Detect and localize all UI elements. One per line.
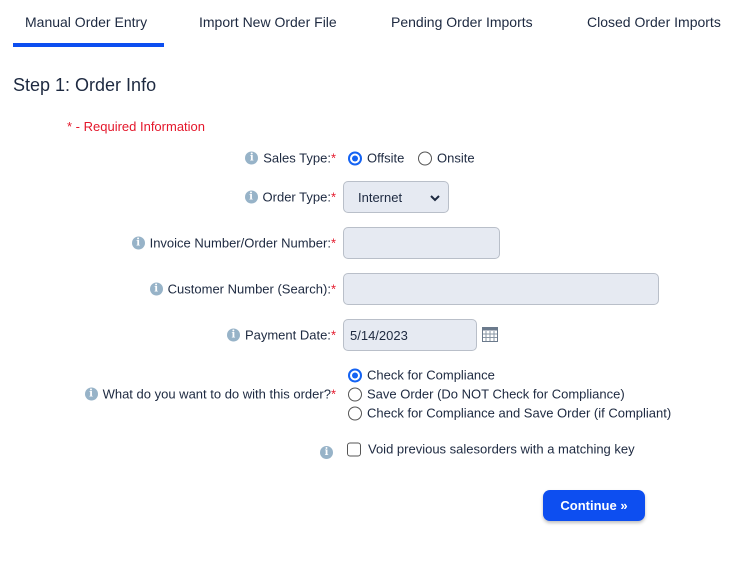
info-icon[interactable]: i bbox=[84, 387, 98, 401]
option-label: Onsite bbox=[437, 150, 475, 166]
info-icon[interactable]: i bbox=[149, 282, 163, 296]
order-type-label: i Order Type:* bbox=[244, 189, 336, 205]
tab-closed-order-imports[interactable]: Closed Order Imports bbox=[587, 14, 721, 30]
required-note: * - Required Information bbox=[67, 119, 206, 134]
check-and-save-radio[interactable]: Check for Compliance and Save Order (if … bbox=[348, 406, 671, 421]
radio-icon[interactable] bbox=[348, 387, 362, 401]
radio-icon[interactable] bbox=[348, 151, 362, 165]
selected-value: Internet bbox=[358, 189, 403, 205]
required-star: * bbox=[330, 150, 336, 166]
void-previous-checkbox[interactable]: Void previous salesorders with a matchin… bbox=[347, 442, 635, 457]
tab-manual-order-entry[interactable]: Manual Order Entry bbox=[25, 14, 147, 30]
option-label: Check for Compliance bbox=[367, 367, 495, 383]
chevron-down-icon bbox=[430, 190, 440, 205]
required-star: * bbox=[330, 235, 336, 251]
label-text: Invoice Number/Order Number: bbox=[149, 235, 331, 251]
sales-type-onsite-radio[interactable]: Onsite bbox=[418, 151, 475, 166]
required-star: * bbox=[330, 327, 336, 343]
payment-date-input[interactable] bbox=[343, 319, 477, 351]
required-star: * bbox=[330, 386, 336, 402]
continue-button[interactable]: Continue » bbox=[543, 490, 645, 521]
calendar-icon[interactable] bbox=[482, 327, 498, 345]
info-icon[interactable]: i bbox=[320, 446, 333, 459]
label-text: Sales Type: bbox=[263, 150, 331, 166]
radio-icon[interactable] bbox=[418, 151, 432, 165]
sales-type-offsite-radio[interactable]: Offsite bbox=[348, 151, 404, 166]
customer-number-input[interactable] bbox=[343, 273, 659, 305]
info-icon[interactable]: i bbox=[244, 190, 258, 204]
active-tab-indicator bbox=[13, 43, 164, 47]
tab-import-new-order-file[interactable]: Import New Order File bbox=[199, 14, 337, 30]
option-label: Check for Compliance and Save Order (if … bbox=[367, 405, 672, 421]
label-text: What do you want to do with this order? bbox=[102, 386, 331, 402]
required-star: * bbox=[330, 189, 336, 205]
invoice-number-input[interactable] bbox=[343, 227, 500, 259]
order-action-label: i What do you want to do with this order… bbox=[84, 386, 336, 402]
payment-date-label: i Payment Date:* bbox=[226, 327, 336, 343]
radio-icon[interactable] bbox=[348, 406, 362, 420]
radio-icon[interactable] bbox=[348, 368, 362, 382]
order-type-select[interactable]: Internet bbox=[343, 181, 449, 213]
customer-number-label: i Customer Number (Search):* bbox=[149, 281, 336, 297]
option-label: Offsite bbox=[367, 150, 405, 166]
invoice-number-label: i Invoice Number/Order Number:* bbox=[131, 235, 336, 251]
page-title: Step 1: Order Info bbox=[13, 75, 157, 95]
tab-pending-order-imports[interactable]: Pending Order Imports bbox=[391, 14, 533, 30]
required-star: * bbox=[330, 281, 336, 297]
info-icon[interactable]: i bbox=[226, 328, 240, 342]
label-text: Customer Number (Search): bbox=[167, 281, 331, 297]
info-icon[interactable]: i bbox=[245, 151, 259, 165]
checkbox[interactable] bbox=[347, 442, 361, 456]
option-label: Save Order (Do NOT Check for Compliance) bbox=[367, 386, 625, 402]
checkbox-label: Void previous salesorders with a matchin… bbox=[368, 441, 635, 457]
label-text: Payment Date: bbox=[244, 327, 331, 343]
label-text: Order Type: bbox=[262, 189, 331, 205]
check-compliance-radio[interactable]: Check for Compliance bbox=[348, 368, 495, 383]
info-icon[interactable]: i bbox=[131, 236, 145, 250]
sales-type-label: i Sales Type:* bbox=[245, 151, 336, 166]
save-order-radio[interactable]: Save Order (Do NOT Check for Compliance) bbox=[348, 387, 625, 402]
